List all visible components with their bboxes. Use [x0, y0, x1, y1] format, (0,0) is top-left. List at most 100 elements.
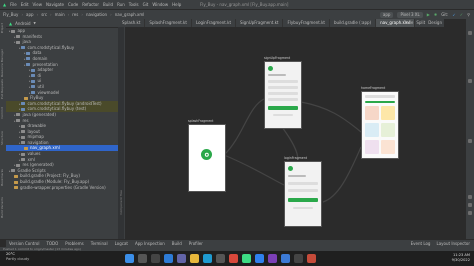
component-tree-tab[interactable]: Component Tree: [119, 190, 123, 215]
breadcrumb-item[interactable]: main: [55, 12, 65, 17]
folder-icon: [21, 152, 26, 156]
editor-tab[interactable]: SplashFragment.kt: [145, 19, 192, 27]
product-card: [381, 140, 395, 154]
breadcrumb-item[interactable]: Fly_Buy: [3, 12, 18, 17]
git-update-icon[interactable]: ↙: [452, 12, 455, 18]
tool-window-problems[interactable]: Problems: [65, 241, 83, 246]
tool-window-app-inspection[interactable]: App Inspection: [135, 241, 165, 246]
home-fragment-preview[interactable]: [361, 91, 399, 159]
app-icon[interactable]: [307, 254, 316, 263]
package-icon: [26, 51, 31, 55]
debug-icon[interactable]: ✸: [434, 12, 437, 18]
project-panel: ▲ Android ▼ ▸ app ▸ manifests ▸ java ▸ com.…: [6, 19, 118, 239]
menu-view[interactable]: View: [33, 2, 43, 7]
task-view-icon[interactable]: [151, 254, 160, 263]
app-icon[interactable]: [294, 254, 303, 263]
tool-window-todo[interactable]: TODO: [46, 241, 58, 246]
chrome-icon[interactable]: [229, 254, 238, 263]
project-tree-label: adapter: [37, 67, 54, 73]
project-tree-label: values: [27, 151, 41, 157]
mode-design[interactable]: Design: [428, 19, 442, 27]
mode-code[interactable]: Code: [403, 19, 413, 27]
menu-navigate[interactable]: Navigate: [46, 2, 64, 7]
login-fragment-preview[interactable]: [284, 161, 322, 227]
breadcrumb-separator-icon: ›: [21, 12, 24, 17]
android-studio-taskbar-icon[interactable]: [242, 254, 251, 263]
file-explorer-icon[interactable]: [190, 254, 199, 263]
menu-refactor[interactable]: Refactor: [82, 2, 99, 7]
editor-tab[interactable]: FlybuyFragment.kt: [283, 19, 330, 27]
menu-edit[interactable]: Edit: [21, 2, 29, 7]
gradle-icon[interactable]: [468, 31, 472, 35]
app-icon[interactable]: [281, 254, 290, 263]
vscode-icon[interactable]: [255, 254, 264, 263]
breadcrumb-item[interactable]: app: [26, 12, 34, 17]
menu-git[interactable]: Git: [143, 2, 149, 7]
tool-window-layout-inspector[interactable]: Layout Inspector: [436, 241, 470, 246]
edge-icon[interactable]: [203, 254, 212, 263]
menu-run[interactable]: Run: [117, 2, 125, 7]
chat-icon[interactable]: [177, 254, 186, 263]
breadcrumb-separator-icon: ›: [67, 12, 70, 17]
git-commit-icon[interactable]: ✓: [460, 12, 463, 18]
package-icon: [26, 57, 31, 61]
toolbar: Fly_Buy › app › src › main › res › navigation › nav_…: [0, 9, 474, 19]
search-icon[interactable]: [138, 254, 147, 263]
project-tree-label: java: [22, 39, 31, 45]
project-view-select[interactable]: Android: [15, 21, 30, 26]
menu-code[interactable]: Code: [68, 2, 78, 7]
fit-screen-icon[interactable]: [468, 211, 472, 215]
menu-file[interactable]: File: [10, 2, 17, 7]
windows-start-icon[interactable]: [125, 254, 134, 263]
tool-window-build[interactable]: Build: [172, 241, 182, 246]
tool-window-logcat[interactable]: Logcat: [115, 241, 128, 246]
widgets-icon[interactable]: [164, 254, 173, 263]
project-tree-label: domain: [32, 55, 48, 61]
menu-help[interactable]: Help: [172, 2, 181, 7]
system-tray[interactable]: 11:23 AM 9/30/2022: [452, 253, 470, 263]
store-icon[interactable]: [216, 254, 225, 263]
tool-window-profiler[interactable]: Profiler: [189, 241, 203, 246]
project-tree-label: com.crodstytical.flybuy (androidTest): [27, 100, 102, 106]
folder-icon: [11, 29, 16, 33]
breadcrumb-item[interactable]: src: [41, 12, 47, 17]
home-fragment-label: homeFragment: [361, 86, 386, 90]
tool-window-terminal[interactable]: Terminal: [91, 241, 108, 246]
weather-widget[interactable]: 20°C Partly cloudy: [6, 252, 29, 262]
editor-tab[interactable]: Splash.kt: [118, 19, 146, 27]
run-icon[interactable]: ▶: [427, 12, 430, 18]
chevron-down-icon[interactable]: ▼: [34, 21, 36, 25]
search-icon[interactable]: ⚲: [467, 12, 470, 18]
package-icon: [26, 63, 31, 67]
run-config-select[interactable]: app: [379, 11, 394, 18]
android-studio-icon: ▲: [3, 2, 7, 7]
breadcrumb: Fly_Buy › app › src › main › res › navigation › nav_…: [3, 12, 144, 17]
editor-tab[interactable]: SignUpFragment.kt: [236, 19, 284, 27]
product-card: [365, 140, 379, 154]
product-card: [381, 106, 395, 120]
breadcrumb-item[interactable]: nav_graph.xml: [115, 12, 145, 17]
login-fragment-label: loginFragment: [284, 156, 307, 160]
menu-build[interactable]: Build: [103, 2, 113, 7]
device-manager-icon[interactable]: [468, 79, 472, 83]
tool-window-event-log[interactable]: Event Log: [411, 241, 431, 246]
device-select[interactable]: Pixel 3 XL: [397, 11, 423, 18]
editor-tab[interactable]: build.gradle (:app): [330, 19, 377, 27]
menu-tools[interactable]: Tools: [129, 2, 139, 7]
splash-fragment-preview[interactable]: [188, 124, 226, 192]
signup-fragment-preview[interactable]: [264, 61, 302, 129]
nav-graph-editor[interactable]: splashFragment signUpFragment loginFragm…: [118, 27, 454, 239]
zoom-in-icon[interactable]: [468, 195, 472, 199]
tool-window-version-control[interactable]: Version Control: [9, 241, 39, 246]
editor-tab[interactable]: LoginFragment.kt: [192, 19, 237, 27]
emulator-icon[interactable]: [468, 139, 472, 143]
zoom-out-icon[interactable]: [468, 203, 472, 207]
breadcrumb-item[interactable]: navigation: [86, 12, 107, 17]
app-icon[interactable]: [268, 254, 277, 263]
menu-window[interactable]: Window: [152, 2, 168, 7]
package-icon: [21, 102, 26, 106]
breadcrumb-item[interactable]: res: [72, 12, 78, 17]
mode-split[interactable]: Split: [416, 19, 425, 27]
project-tree-item[interactable]: gradle-wrapper.properties (Gradle Versio…: [6, 185, 118, 191]
breadcrumb-separator-icon: ›: [36, 12, 39, 17]
